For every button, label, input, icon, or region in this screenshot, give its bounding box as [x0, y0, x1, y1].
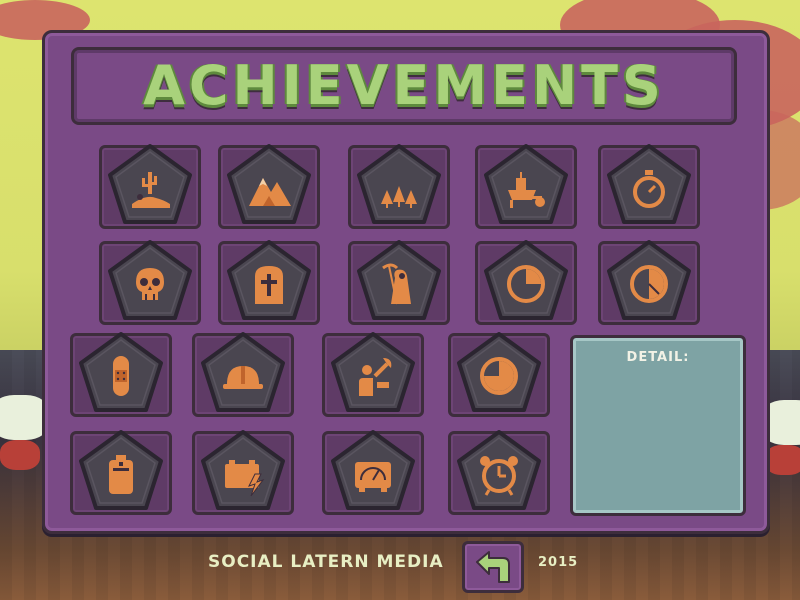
- achievement-slot[interactable]: [192, 332, 294, 417]
- alarm-clock-icon: [475, 450, 523, 498]
- credit-text: SOCIAL LATERN MEDIA: [208, 552, 444, 572]
- title-frame: ACHIEVEMENTS: [71, 47, 737, 125]
- grim-reaper-icon: [375, 260, 423, 308]
- achievement-slot[interactable]: [322, 430, 424, 515]
- achievement-slot[interactable]: [218, 144, 320, 229]
- desert-cactus-icon: [126, 164, 174, 212]
- achievement-slot[interactable]: [218, 240, 320, 325]
- back-button[interactable]: [462, 541, 524, 593]
- achievement-slot[interactable]: [348, 240, 450, 325]
- achievement-slot[interactable]: [348, 144, 450, 229]
- achievement-slot[interactable]: [448, 430, 550, 515]
- skull-icon: [126, 260, 174, 308]
- achievement-slot[interactable]: [322, 332, 424, 417]
- back-arrow-icon: [476, 551, 510, 583]
- achievement-slot[interactable]: [70, 430, 172, 515]
- car-battery-icon: [219, 450, 267, 498]
- battery-icon: [97, 450, 145, 498]
- gauge-meter-icon: [349, 450, 397, 498]
- achievement-slot[interactable]: [448, 332, 550, 417]
- mechanic-wrench-icon: [349, 352, 397, 400]
- page-title: ACHIEVEMENTS: [143, 54, 665, 117]
- achievement-slot[interactable]: [192, 430, 294, 515]
- clock-quarter-icon: [502, 260, 550, 308]
- achievements-panel: ACHIEVEMENTS DETAIL:: [42, 30, 770, 534]
- stopwatch-icon: [625, 164, 673, 212]
- detail-label: DETAIL:: [626, 350, 690, 365]
- clock-half-icon: [625, 260, 673, 308]
- achievement-slot[interactable]: [475, 240, 577, 325]
- hard-hat-icon: [219, 352, 267, 400]
- achievement-slot[interactable]: [475, 144, 577, 229]
- detail-panel: DETAIL:: [570, 335, 746, 516]
- achievement-slot[interactable]: [598, 144, 700, 229]
- year-text: 2015: [538, 555, 579, 570]
- achievement-slot[interactable]: [99, 240, 201, 325]
- achievement-slot[interactable]: [99, 144, 201, 229]
- achievement-slot[interactable]: [70, 332, 172, 417]
- bandage-icon: [97, 352, 145, 400]
- clock-three-quarter-icon: [475, 352, 523, 400]
- tombstone-icon: [245, 260, 293, 308]
- achievement-slot[interactable]: [598, 240, 700, 325]
- forest-trees-icon: [375, 164, 423, 212]
- mountains-icon: [245, 164, 293, 212]
- wheelbarrow-icon: [502, 164, 550, 212]
